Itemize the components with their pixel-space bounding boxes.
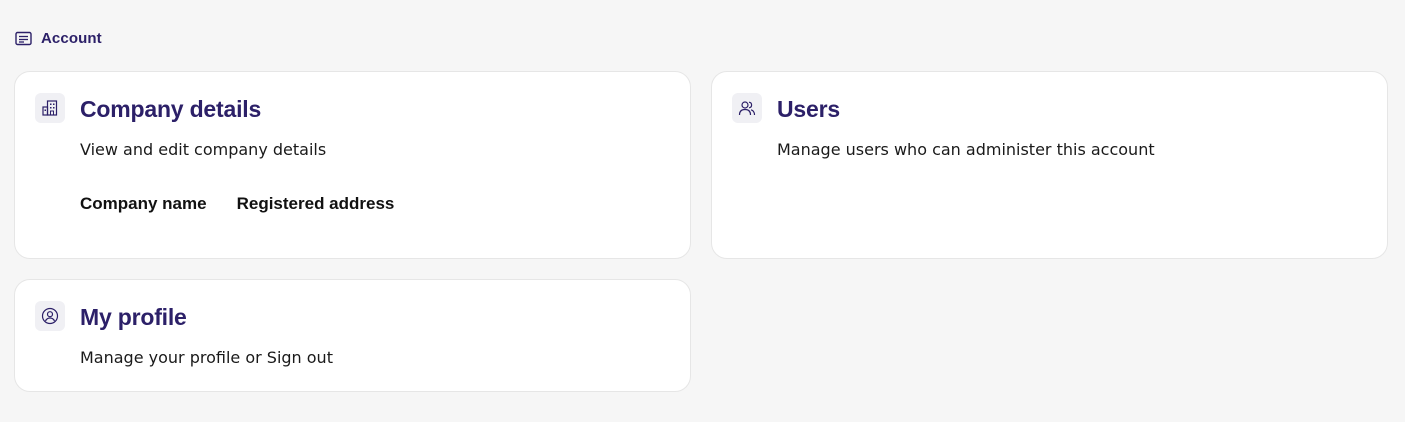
my-profile-title: My profile xyxy=(80,304,187,330)
company-details-description: View and edit company details xyxy=(80,140,327,159)
company-details-title: Company details xyxy=(80,96,262,122)
users-icon xyxy=(732,93,762,123)
list-card-icon xyxy=(15,31,32,46)
section-header: Account xyxy=(15,29,102,47)
company-fields-row: Company name Registered address xyxy=(80,194,394,214)
users-card[interactable]: Users Manage users who can administer th… xyxy=(711,71,1388,259)
my-profile-description: Manage your profile or Sign out xyxy=(80,348,333,367)
company-details-card[interactable]: Company details View and edit company de… xyxy=(14,71,691,259)
users-description: Manage users who can administer this acc… xyxy=(777,140,1155,159)
company-name-label: Company name xyxy=(80,194,207,213)
building-icon xyxy=(35,93,65,123)
registered-address-label: Registered address xyxy=(236,194,395,213)
account-page: Account Company details View and edit co… xyxy=(0,0,1405,422)
section-title: Account xyxy=(41,29,102,47)
user-circle-icon xyxy=(35,301,65,331)
users-title: Users xyxy=(777,96,840,122)
my-profile-card[interactable]: My profile Manage your profile or Sign o… xyxy=(14,279,691,392)
